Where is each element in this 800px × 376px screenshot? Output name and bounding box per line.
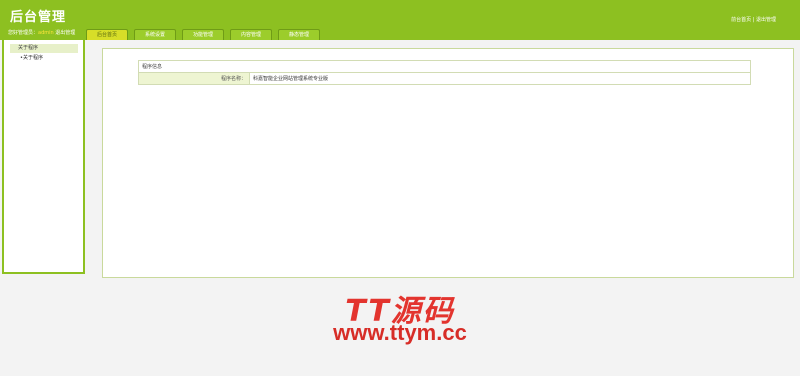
table-row: 程序名称： 科嘉智能企业网站管理系统专业版 [138,72,751,85]
content-panel: 程序信息 程序名称： 科嘉智能企业网站管理系统专业版 [102,48,794,278]
username: admin [38,30,54,36]
table-caption: 程序信息 [138,60,751,73]
main-content: 程序信息 程序名称： 科嘉智能企业网站管理系统专业版 [85,40,800,278]
tab-home[interactable]: 后台首页 [86,29,128,40]
program-info-table: 程序信息 程序名称： 科嘉智能企业网站管理系统专业版 [138,60,751,85]
row-value: 科嘉智能企业网站管理系统专业版 [249,72,751,85]
watermark-url: www.ttym.cc [333,320,467,345]
tab-static-management[interactable]: 静态管理 [278,29,320,40]
row-label: 程序名称： [138,72,250,85]
sidebar: 关于程序 •关于程序 [2,40,85,274]
sidebar-category[interactable]: 关于程序 [10,44,78,53]
table-caption-row: 程序信息 [138,60,751,73]
sidebar-item-about[interactable]: •关于程序 [10,54,78,62]
logout-link[interactable]: 退出管理 [55,30,75,36]
tab-system-settings[interactable]: 系统设置 [134,29,176,40]
user-prefix: 您好管理员： [8,30,39,36]
tab-function-management[interactable]: 功能管理 [182,29,224,40]
tab-content-management[interactable]: 内容管理 [230,29,272,40]
admin-title: 后台管理 [10,10,67,25]
main-tabs: 后台首页 系统设置 功能管理 内容管理 静态管理 [86,29,320,40]
top-links[interactable]: 前台首页 | 退出管理 [731,16,776,23]
user-info: 您好管理员：admin 退出管理 [8,29,75,36]
